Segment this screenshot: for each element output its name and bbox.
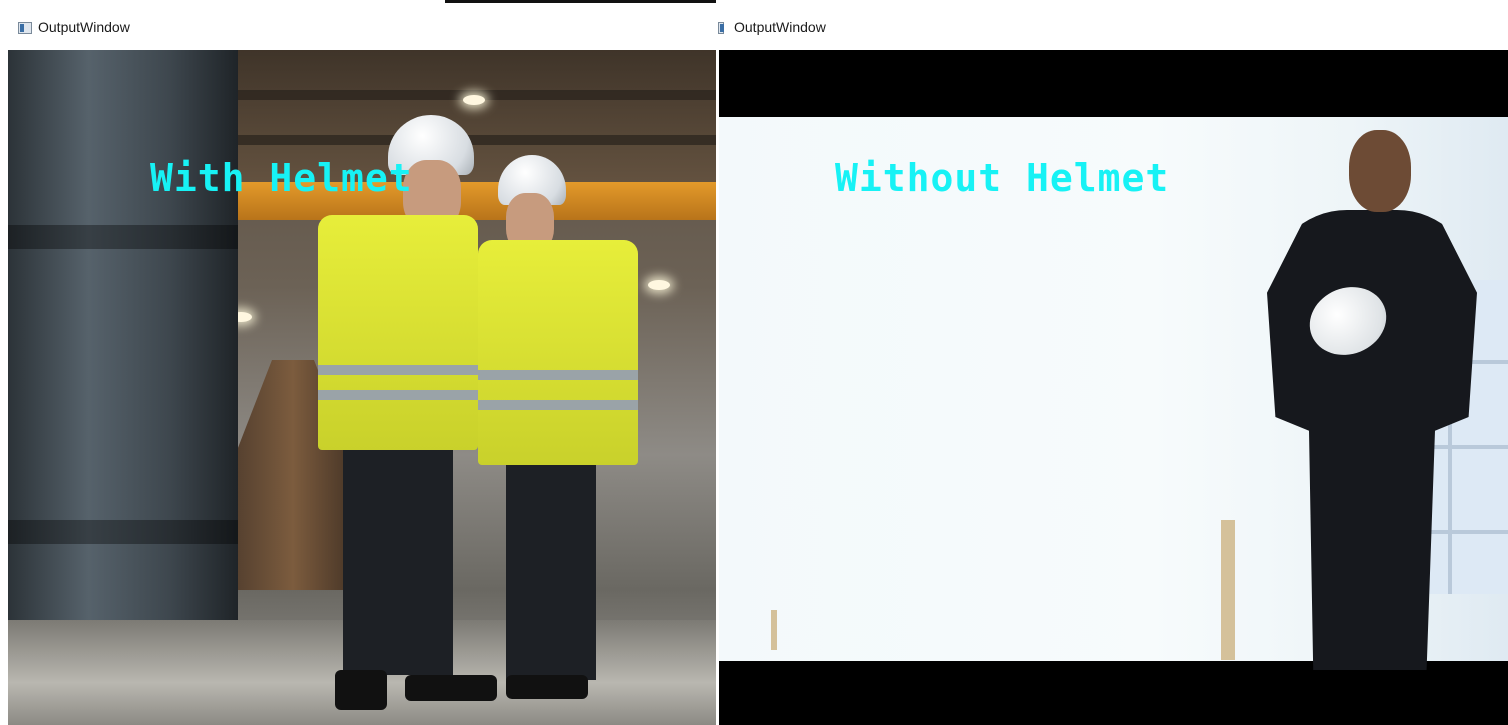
pane-divider bbox=[1418, 530, 1508, 534]
tank-band bbox=[8, 520, 238, 544]
worker-woman bbox=[478, 155, 638, 715]
hi-vis-jacket bbox=[318, 215, 478, 450]
reflective-stripe bbox=[318, 390, 478, 400]
window-titlebar[interactable]: OutputWindow bbox=[0, 0, 716, 50]
reflective-stripe bbox=[478, 400, 638, 410]
window-titlebar[interactable]: OutputWindow bbox=[716, 0, 1508, 50]
wall-stain bbox=[771, 610, 777, 650]
wall-stain bbox=[1221, 520, 1235, 660]
hi-vis-jacket bbox=[478, 240, 638, 465]
video-frame bbox=[719, 50, 1508, 725]
tank-band bbox=[8, 225, 238, 249]
shoe bbox=[335, 670, 387, 710]
shoe bbox=[506, 675, 588, 699]
detection-label-without-helmet: Without Helmet bbox=[835, 156, 1170, 200]
window-title: OutputWindow bbox=[734, 19, 826, 35]
video-frame bbox=[8, 50, 716, 725]
window-title: OutputWindow bbox=[38, 19, 130, 35]
detection-label-with-helmet: With Helmet bbox=[150, 156, 413, 200]
app-window-icon[interactable] bbox=[718, 22, 724, 34]
app-window-icon[interactable] bbox=[18, 22, 32, 34]
ceiling-light bbox=[648, 280, 670, 290]
steel-tank bbox=[8, 50, 238, 620]
worker-man bbox=[313, 115, 497, 715]
worker-head-bare bbox=[1349, 130, 1411, 212]
pants bbox=[343, 450, 453, 675]
worker-scene-image bbox=[719, 50, 1508, 725]
ceiling-light bbox=[463, 95, 485, 105]
output-window-right: OutputWindow bbox=[716, 0, 1508, 725]
reflective-stripe bbox=[478, 370, 638, 380]
factory-scene-image bbox=[8, 50, 716, 725]
output-window-left: OutputWindow bbox=[0, 0, 716, 725]
overlapping-window-edge bbox=[445, 0, 716, 3]
pants bbox=[506, 465, 596, 680]
reflective-stripe bbox=[318, 365, 478, 375]
